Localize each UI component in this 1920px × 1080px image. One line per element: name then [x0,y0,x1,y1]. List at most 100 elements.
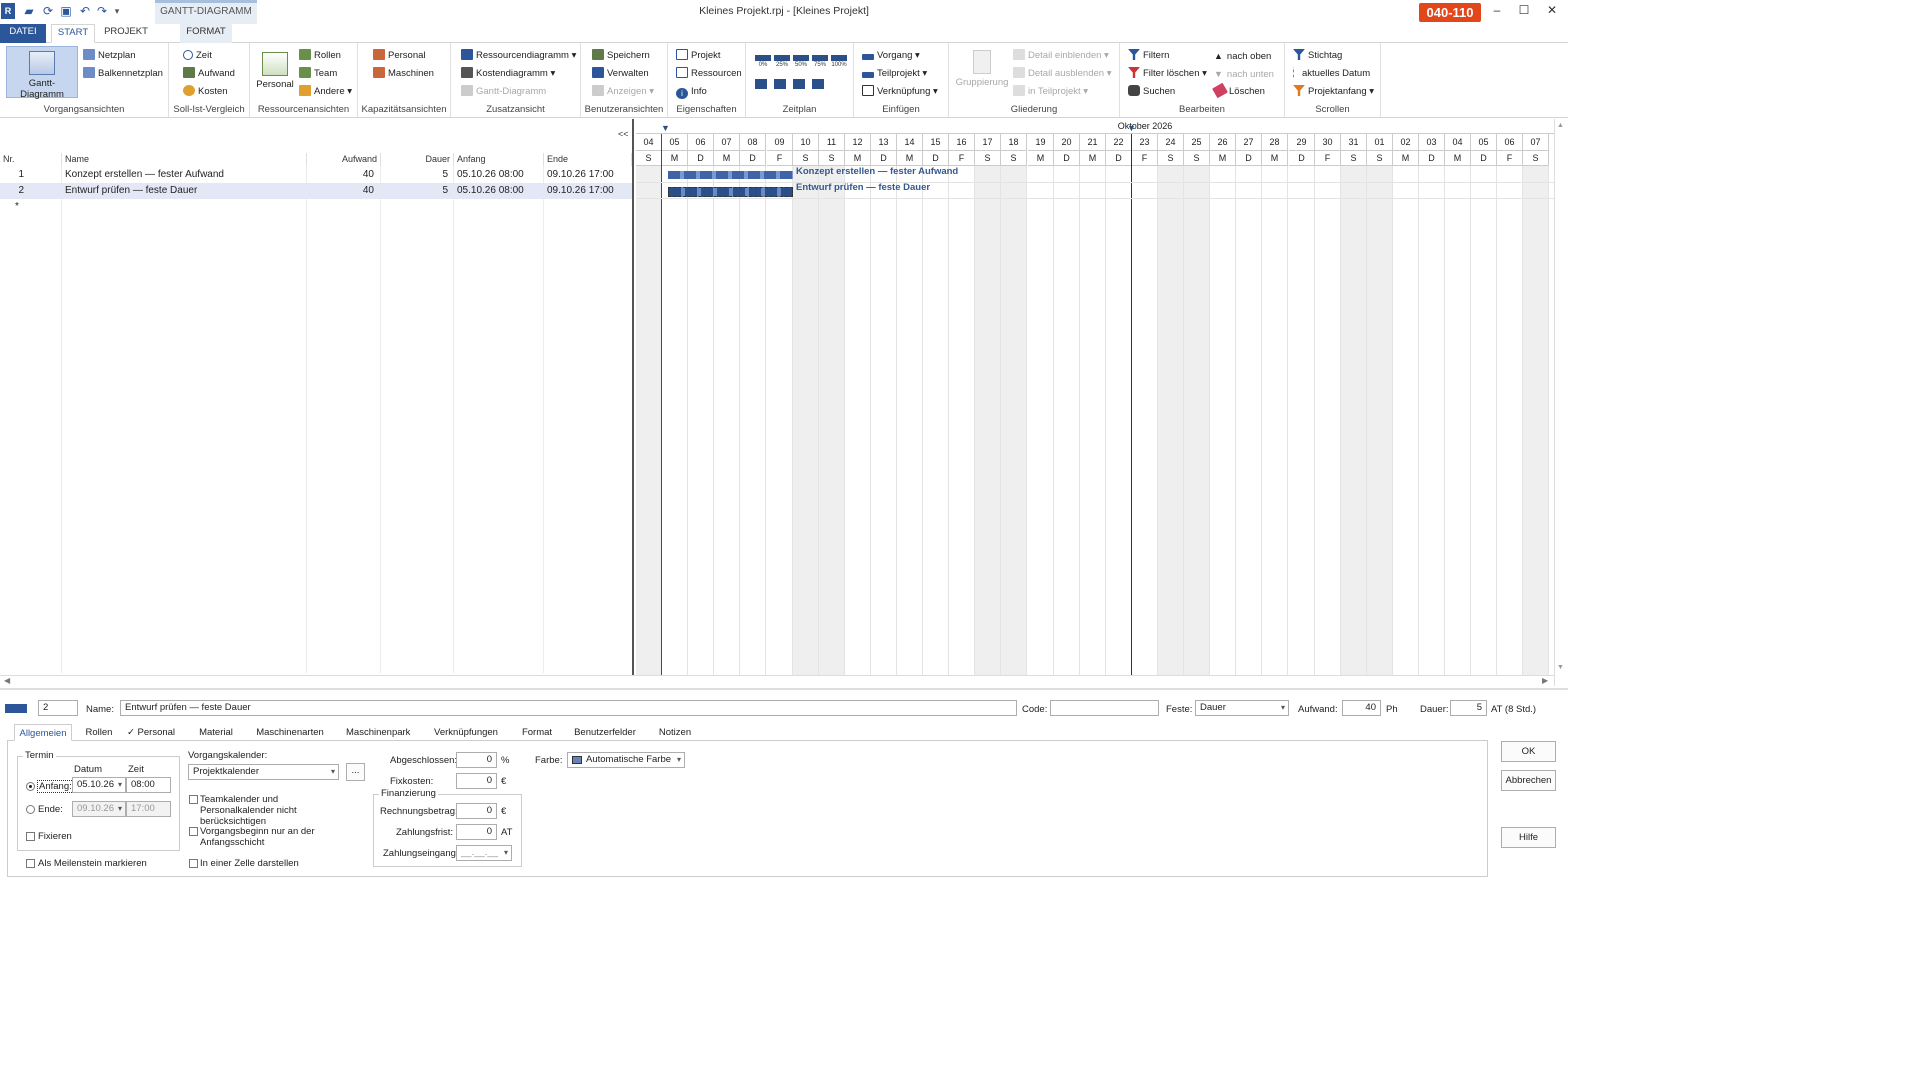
dauer-field[interactable]: 5 [1450,700,1487,716]
kap-maschinen-button[interactable]: Maschinen [373,66,434,82]
zoom-50-button[interactable]: 50% [793,55,809,69]
col-header-name[interactable]: Name [62,153,307,166]
detail-ausblenden-button[interactable]: Detail ausblenden ▾ [1013,66,1111,82]
tab-datei[interactable]: DATEI [0,24,46,43]
rechnungsbetrag-field[interactable]: 0 [456,803,497,819]
tab-rollen[interactable]: Rollen [82,724,116,741]
meilenstein-checkbox[interactable] [26,859,35,868]
maximize-icon[interactable]: ☐ [1516,3,1532,17]
zoom-0-button[interactable]: 0% [755,55,771,69]
netzplan-button[interactable]: Netzplan [83,48,136,64]
verwalten-button[interactable]: Verwalten [592,66,649,82]
abgeschlossen-field[interactable]: 0 [456,752,497,768]
tab-maschinenarten[interactable]: Maschinenarten [256,724,324,741]
zahlungsfrist-field[interactable]: 0 [456,824,497,840]
ende-radio[interactable] [26,805,35,814]
teamkalender-checkbox[interactable] [189,795,198,804]
scroll-left-icon[interactable]: ◀ [4,676,10,685]
vorgangsbeginn-checkbox[interactable] [189,827,198,836]
vorgang-button[interactable]: Vorgang ▾ [862,48,920,64]
info-button[interactable]: i Info [676,84,707,100]
ende-zeit-field[interactable]: 17:00 [126,801,171,817]
andere-button[interactable]: Andere ▾ [299,84,352,100]
tab-format[interactable]: FORMAT [180,24,232,43]
tab-format[interactable]: Format [520,724,554,741]
table-row-selected[interactable]: 2 Entwurf prüfen — feste Dauer 40 5 05.1… [0,183,632,199]
nach-oben-button[interactable]: ▲ nach oben [1214,48,1271,64]
projekt-eig-button[interactable]: Projekt [676,48,721,64]
col-header-ende[interactable]: Ende [544,153,632,166]
rollen-button[interactable]: Rollen [299,48,341,64]
scroll-right-icon[interactable]: ▶ [1542,676,1548,685]
tab-start[interactable]: START [51,24,95,43]
anfang-radio[interactable] [26,782,35,791]
anfang-zeit-field[interactable]: 08:00 [126,777,171,793]
gruppierung-button[interactable]: Gruppierung [954,46,1010,88]
schedule-more-icon[interactable] [812,79,824,89]
abbrechen-button[interactable]: Abbrechen [1501,770,1556,791]
tab-notizen[interactable]: Notizen [657,724,693,741]
vertical-scrollbar[interactable]: ▲ ▼ [1554,119,1568,686]
schedule-move-icon[interactable] [755,79,767,89]
ende-datum-field[interactable]: 09.10.26 [72,801,126,817]
filtern-button[interactable]: Filtern [1128,48,1169,64]
tab-allgemein[interactable]: Allgemeien [14,724,72,741]
personal-view-button[interactable]: Personal [256,46,294,90]
zelle-checkbox[interactable] [189,859,198,868]
farbe-select[interactable]: Automatische Farbe [567,752,685,768]
aufwand-button[interactable]: Aufwand [183,66,235,82]
table-row[interactable]: 1 Konzept erstellen — fester Aufwand 40 … [0,167,632,183]
nach-unten-button[interactable]: ▼ nach unten [1214,66,1274,82]
fixkosten-field[interactable]: 0 [456,773,497,789]
balkennetzplan-button[interactable]: Balkennetzplan [83,66,163,82]
anfang-label[interactable]: Anfang: [37,780,74,793]
gantt-bar-konzept[interactable] [668,171,793,179]
code-field[interactable] [1050,700,1159,716]
col-header-nr[interactable]: Nr. [0,153,62,166]
verknuepfung-button[interactable]: Verknüpfung ▾ [862,84,938,100]
zoom-25-button[interactable]: 25% [774,55,790,69]
kostendiagramm-button[interactable]: Kostendiagramm ▾ [461,66,555,82]
teilprojekt-button[interactable]: Teilprojekt ▾ [862,66,927,82]
col-header-dauer[interactable]: Dauer [381,153,454,166]
projektanfang-button[interactable]: Projektanfang ▾ [1293,84,1374,100]
vorgangskalender-select[interactable]: Projektkalender [188,764,339,780]
ok-button[interactable]: OK [1501,741,1556,762]
tab-projekt[interactable]: PROJEKT [101,24,151,43]
tab-material[interactable]: Material [196,724,236,741]
kosten-button[interactable]: Kosten [183,84,228,100]
schedule-align-icon[interactable] [793,79,805,89]
team-button[interactable]: Team [299,66,337,82]
gantt-bar-entwurf[interactable] [668,187,793,197]
kap-personal-button[interactable]: Personal [373,48,426,64]
speichern-button[interactable]: Speichern [592,48,650,64]
tab-verknuepfungen[interactable]: Verknüpfungen [433,724,499,741]
close-icon[interactable]: ✕ [1544,3,1560,17]
filter-loeschen-button[interactable]: Filter löschen ▾ [1128,66,1207,82]
new-row[interactable]: * [0,199,632,215]
horizontal-scrollbar[interactable]: ◀ ▶ [0,675,1554,686]
gantt-diagramm-button[interactable]: Gantt-Diagramm [6,46,78,100]
zusatz-gantt-button[interactable]: Gantt-Diagramm [461,84,546,100]
fixieren-checkbox[interactable] [26,832,35,841]
minimize-icon[interactable]: – [1489,3,1505,17]
task-name-field[interactable]: Entwurf prüfen — feste Dauer [120,700,1017,716]
zoom-100-button[interactable]: 100% [831,55,847,69]
scroll-down-icon[interactable]: ▼ [1557,664,1564,671]
zoom-75-button[interactable]: 75% [812,55,828,69]
ressourcendiagramm-button[interactable]: Ressourcendiagramm ▾ [461,48,576,64]
suchen-button[interactable]: Suchen [1128,84,1175,100]
in-teilprojekt-button[interactable]: in Teilprojekt ▾ [1013,84,1088,100]
zahlungseingang-field[interactable]: __.__.__ [456,845,512,861]
ressourcen-eig-button[interactable]: Ressourcen [676,66,742,82]
feste-select[interactable]: Dauer [1195,700,1289,716]
tab-maschinenpark[interactable]: Maschinenpark [346,724,410,741]
stichtag-button[interactable]: Stichtag [1293,48,1342,64]
aufwand-field[interactable]: 40 [1342,700,1381,716]
loeschen-button[interactable]: Löschen [1212,82,1265,100]
schedule-split-icon[interactable] [774,79,786,89]
zeit-button[interactable]: Zeit [183,48,212,64]
aktuelles-datum-button[interactable]: aktuelles Datum [1293,66,1370,82]
anzeigen-button[interactable]: Anzeigen ▾ [592,84,654,100]
collapse-table-button[interactable]: << [618,129,629,139]
